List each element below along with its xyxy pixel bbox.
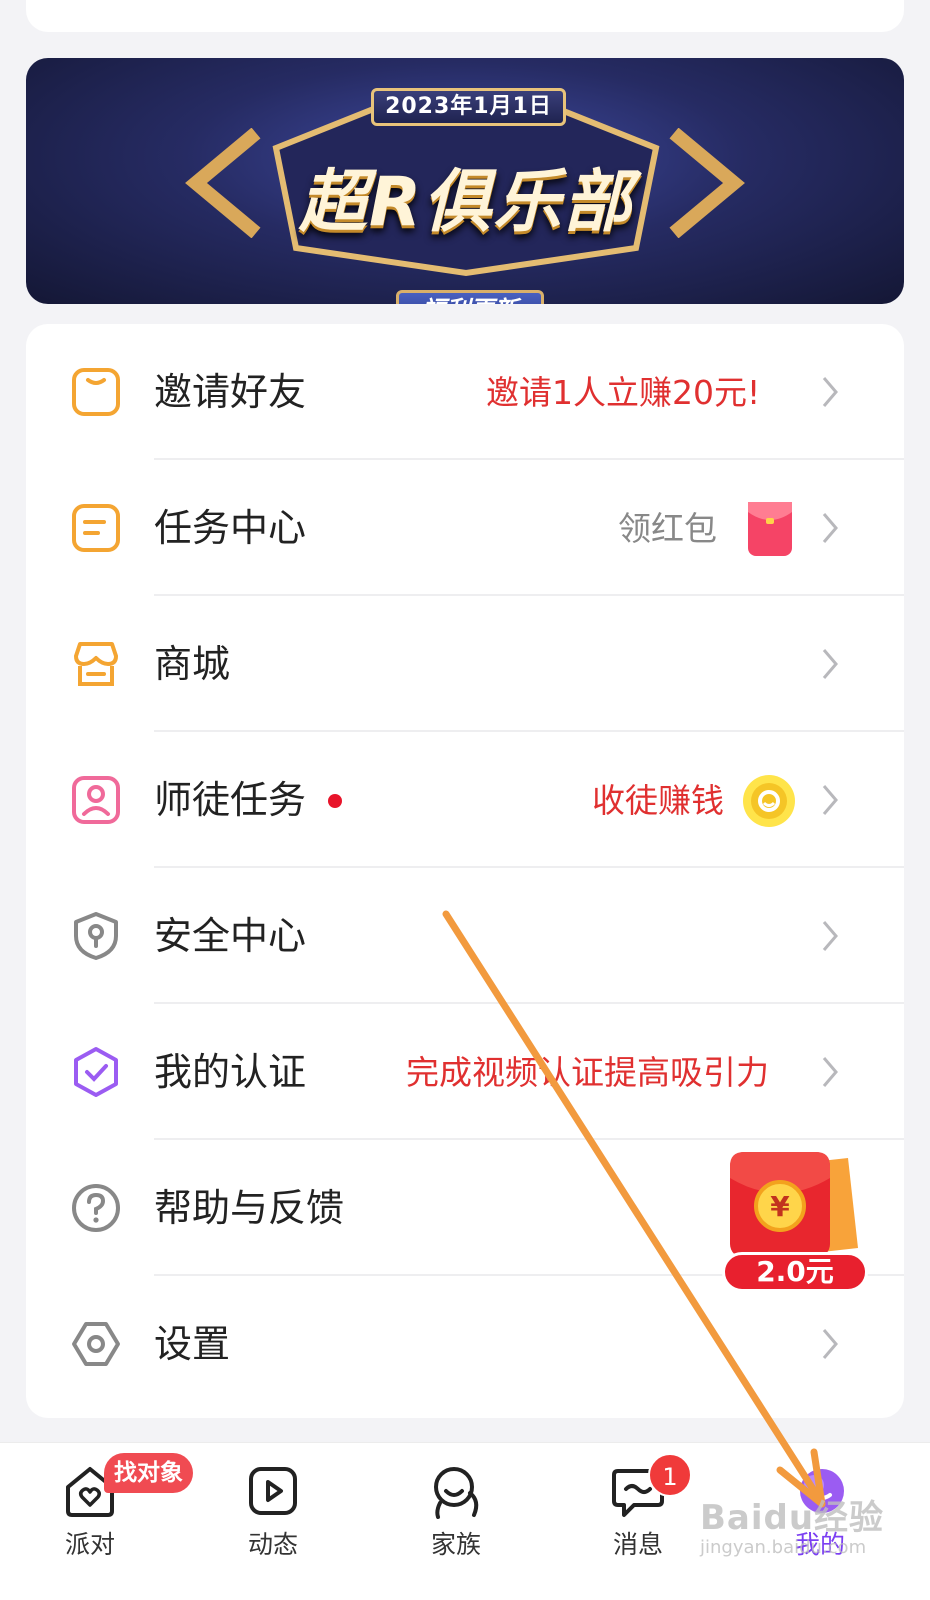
red-packet-icon xyxy=(748,502,792,556)
banner-date: 2023年1月1日 xyxy=(371,88,566,126)
video-play-icon xyxy=(249,1467,297,1515)
chevron-right-icon xyxy=(822,785,838,815)
menu-item-value: 完成视频认证提高吸引力 xyxy=(406,1053,769,1092)
menu-item-label: 师徒任务 xyxy=(154,778,307,822)
chevron-right-icon xyxy=(822,921,838,951)
chevron-right-icon xyxy=(822,649,838,679)
chevron-decoration-left xyxy=(185,128,261,238)
verified-badge-icon xyxy=(74,1047,118,1097)
banner-title: 超R俱乐部 xyxy=(298,163,634,242)
mentor-person-icon xyxy=(72,776,120,824)
tab-family[interactable]: 家族 xyxy=(396,1443,516,1600)
menu-item-label: 安全中心 xyxy=(154,914,307,958)
red-packet-amount: 2.0元 xyxy=(722,1252,868,1292)
menu-item-invite-friends[interactable]: 邀请好友 邀请1人立赚20元! xyxy=(26,324,904,460)
message-count-badge: 1 xyxy=(648,1453,692,1497)
tab-label: 派对 xyxy=(64,1530,115,1559)
invite-bag-icon xyxy=(72,368,120,416)
menu-item-value: 收徒赚钱 xyxy=(592,781,724,820)
gold-coin-icon xyxy=(743,775,795,827)
promo-banner[interactable]: 2023年1月1日 超R俱乐部 福利更新 xyxy=(26,58,904,304)
tab-label: 消息 xyxy=(612,1530,663,1559)
menu-item-label: 设置 xyxy=(154,1322,231,1366)
red-packet-icon: ¥ xyxy=(730,1152,858,1258)
yuan-symbol: ¥ xyxy=(770,1190,790,1223)
watermark-text: Baidu经验 xyxy=(700,1498,885,1538)
tab-feed[interactable]: 动态 xyxy=(213,1443,333,1600)
chevron-right-icon xyxy=(822,513,838,543)
settings-hexagon-icon xyxy=(72,1322,120,1366)
store-icon xyxy=(74,642,118,686)
notification-dot xyxy=(328,794,342,808)
menu-item-label: 我的认证 xyxy=(154,1050,307,1094)
menu-item-mentor-tasks[interactable]: 师徒任务 收徒赚钱 xyxy=(26,732,904,868)
menu-item-task-center[interactable]: 任务中心 领红包 xyxy=(26,460,904,596)
menu-item-value: 邀请1人立赚20元! xyxy=(486,373,761,412)
menu-item-label: 商城 xyxy=(154,642,231,686)
menu-item-label: 邀请好友 xyxy=(154,370,307,414)
help-question-icon xyxy=(72,1184,120,1232)
chevron-right-icon xyxy=(822,377,838,407)
chevron-right-icon xyxy=(822,1057,838,1087)
shield-key-icon xyxy=(74,912,118,960)
menu-item-store[interactable]: 商城 xyxy=(26,596,904,732)
menu-item-my-verification[interactable]: 我的认证 完成视频认证提高吸引力 xyxy=(26,1004,904,1140)
banner-subtitle: 福利更新 xyxy=(396,290,544,304)
menu-item-security-center[interactable]: 安全中心 xyxy=(26,868,904,1004)
baidu-watermark: Baidu经验 jingyan.baidu.com xyxy=(700,1490,884,1558)
menu-item-value: 领红包 xyxy=(618,509,717,548)
tab-badge-find-partner: 找对象 xyxy=(104,1453,193,1493)
tab-label: 动态 xyxy=(247,1530,298,1559)
family-people-icon xyxy=(434,1467,479,1519)
menu-item-label: 任务中心 xyxy=(154,506,307,550)
top-card xyxy=(26,0,904,32)
tab-label: 家族 xyxy=(430,1530,481,1559)
floating-red-packet[interactable]: ¥ 2.0元 xyxy=(718,1148,870,1298)
watermark-url: jingyan.baidu.com xyxy=(700,1537,867,1558)
menu-item-label: 帮助与反馈 xyxy=(154,1186,345,1230)
task-list-icon xyxy=(72,504,120,552)
chevron-right-icon xyxy=(822,1329,838,1359)
chevron-decoration-right xyxy=(669,128,745,238)
